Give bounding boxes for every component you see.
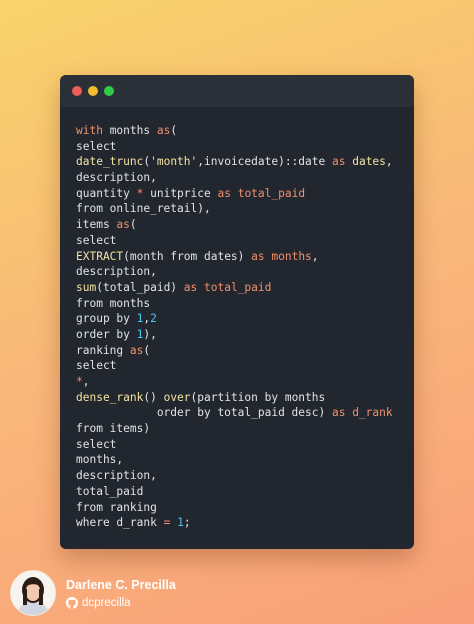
code-token: as <box>156 124 171 137</box>
code-token: from online_retail), <box>76 202 211 216</box>
code-line: select <box>76 437 393 453</box>
author-handle: dcprecilla <box>82 596 131 609</box>
code-token: from ranking <box>76 500 157 514</box>
author-name: Darlene C. Precilla <box>66 577 176 592</box>
code-line: total_paid <box>76 484 393 500</box>
code-token: () <box>143 390 164 404</box>
code-token: months <box>102 124 157 137</box>
code-line: from online_retail), <box>76 201 393 217</box>
code-token: months, <box>76 453 124 467</box>
code-token: ( <box>129 218 137 232</box>
code-line: select <box>76 139 393 155</box>
avatar-portrait <box>11 571 55 615</box>
code-token: total_paid <box>76 484 144 498</box>
code-token: as <box>129 343 144 357</box>
code-token: (total_paid) <box>96 280 184 294</box>
code-token: as <box>116 218 130 232</box>
code-line: *, <box>76 374 393 390</box>
code-token: * <box>76 375 83 388</box>
code-token: description, <box>76 171 157 185</box>
code-token: dense_rank <box>76 390 144 404</box>
code-token: select <box>76 437 117 451</box>
code-token: (partition by months <box>190 390 326 404</box>
code-line: dense_rank() over(partition by months <box>76 390 393 406</box>
code-token: months <box>271 249 312 263</box>
code-line: ranking as( <box>76 343 393 359</box>
maximize-dot-icon[interactable] <box>104 86 114 96</box>
code-token: group by <box>76 312 137 326</box>
code-token: dates <box>352 155 386 169</box>
code-token: (month from dates) <box>123 249 252 263</box>
code-token: description, <box>76 469 157 483</box>
code-line: description, <box>76 264 393 280</box>
code-token: EXTRACT <box>76 249 124 263</box>
code-token: select <box>76 359 117 373</box>
code-line: from ranking <box>76 500 393 516</box>
code-line: from months <box>76 296 393 312</box>
code-token: ), <box>143 327 157 341</box>
code-token: ( <box>170 124 178 137</box>
code-token: d_rank <box>352 406 393 420</box>
code-line: date_trunc('month',invoicedate)::date as… <box>76 154 393 170</box>
author-footer: Darlene C. Precilla dcprecilla <box>10 570 176 616</box>
code-line: where d_rank = 1; <box>76 515 393 531</box>
code-line: group by 1,2 <box>76 311 393 327</box>
code-token: select <box>76 233 117 247</box>
code-token: date_trunc <box>76 155 144 169</box>
code-token: as <box>251 249 265 263</box>
code-token: , <box>311 249 319 263</box>
code-token: select <box>76 139 117 153</box>
code-token: order by <box>76 327 137 341</box>
code-token: items <box>76 218 117 232</box>
code-line: select <box>76 233 393 249</box>
code-token: where d_rank <box>76 516 164 530</box>
code-token: from months <box>76 296 151 310</box>
code-line: order by total_paid desc) as d_rank <box>76 405 393 421</box>
avatar <box>10 570 56 616</box>
code-token: unitprice <box>143 186 218 200</box>
code-token: ranking <box>76 343 130 357</box>
code-token: quantity <box>76 186 137 200</box>
code-token: as <box>217 186 231 200</box>
code-token: 1 <box>177 516 184 530</box>
github-icon <box>66 596 78 609</box>
code-line: months, <box>76 452 393 468</box>
code-token: total_paid <box>204 280 272 294</box>
code-line: EXTRACT(month from dates) as months, <box>76 249 393 265</box>
code-line: from items) <box>76 421 393 437</box>
code-block: with months as(select date_trunc('month',… <box>76 123 393 531</box>
window-titlebar <box>60 75 414 107</box>
close-dot-icon[interactable] <box>72 86 82 96</box>
code-line: quantity * unitprice as total_paid <box>76 186 393 202</box>
code-token: ( <box>143 343 151 357</box>
code-token: 'month' <box>150 155 198 169</box>
code-token: , <box>82 375 90 388</box>
code-line: order by 1), <box>76 327 393 343</box>
code-token: description, <box>76 265 157 279</box>
code-token: 2 <box>150 312 157 326</box>
code-token: ; <box>183 516 191 530</box>
code-token: as <box>331 406 346 420</box>
code-token: sum <box>76 280 97 294</box>
code-token: as <box>331 155 346 169</box>
minimize-dot-icon[interactable] <box>88 86 98 96</box>
code-line: select <box>76 358 393 374</box>
code-line: with months as( <box>76 123 393 139</box>
code-token: , <box>385 155 393 169</box>
code-line: description, <box>76 170 393 186</box>
code-token: from items) <box>76 422 151 436</box>
code-token: total_paid <box>237 186 306 200</box>
code-line: sum(total_paid) as total_paid <box>76 280 393 296</box>
code-line: items as( <box>76 217 393 233</box>
code-token: over <box>163 390 191 404</box>
code-token: with <box>76 124 103 137</box>
code-line: description, <box>76 468 393 484</box>
code-window: with months as(select date_trunc('month',… <box>60 75 414 549</box>
code-token: ,invoicedate)::date <box>197 155 332 169</box>
author-handle-link[interactable]: dcprecilla <box>66 596 176 609</box>
code-token: order by total_paid desc) <box>76 406 332 420</box>
code-token: as <box>183 280 198 294</box>
